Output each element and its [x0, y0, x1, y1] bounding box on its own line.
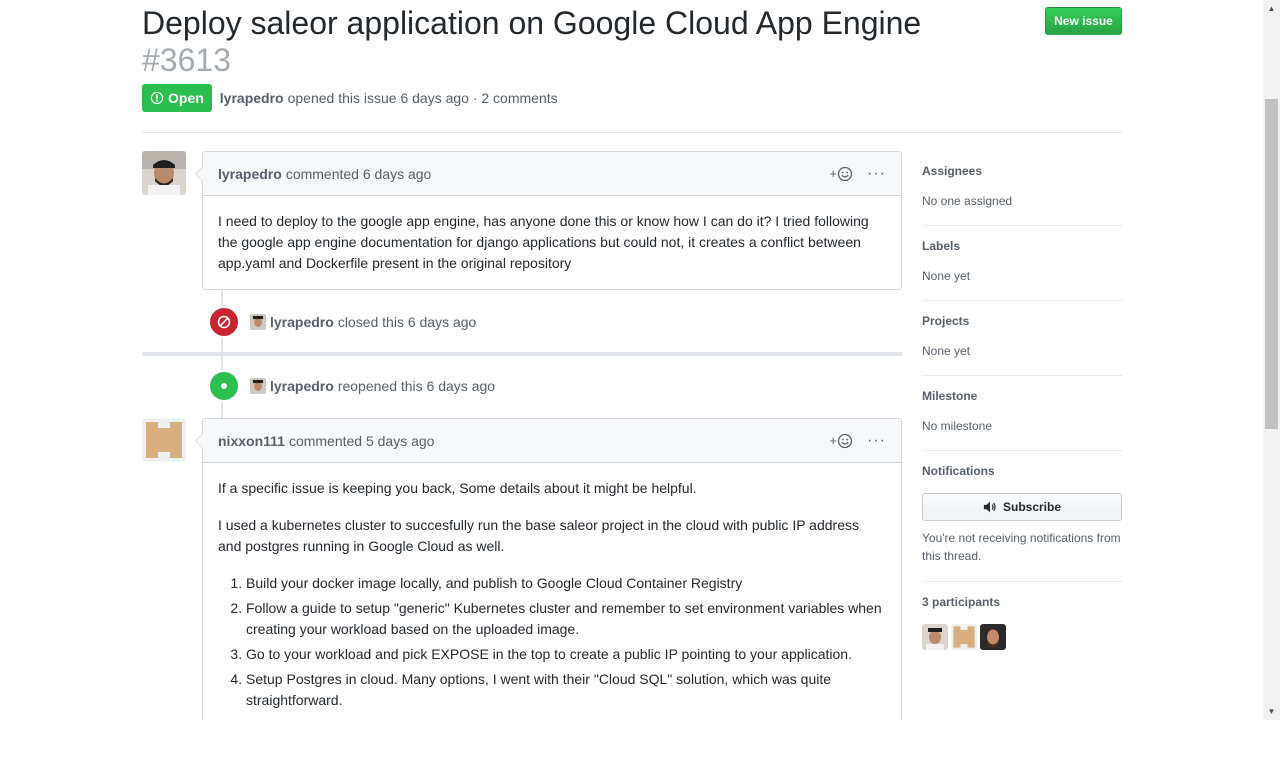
event-author-link[interactable]: lyrapedro — [270, 378, 334, 394]
subscribe-label: Subscribe — [1002, 500, 1062, 514]
list-item: Go to your workload and pick EXPOSE in t… — [246, 644, 886, 665]
comment-body: If a specific issue is keeping you back,… — [203, 463, 901, 730]
event-author-link[interactable]: lyrapedro — [270, 314, 334, 330]
subscribe-button[interactable]: Subscribe — [922, 493, 1122, 521]
sidebar-projects: Projects None yet — [922, 301, 1122, 376]
avatar-nixxon111-identicon — [951, 624, 977, 650]
avatar-participant-image — [980, 624, 1006, 650]
issue-number: #3613 — [142, 42, 231, 78]
sidebar-labels: Labels None yet — [922, 226, 1122, 301]
event-text: closed this 6 days ago — [337, 314, 477, 330]
plus-label: + — [829, 166, 838, 181]
sidebar-heading-projects[interactable]: Projects — [922, 313, 1122, 329]
avatar[interactable] — [142, 151, 186, 195]
smiley-icon — [837, 433, 853, 448]
sidebar-notifications: Notifications Subscribe You're not recei… — [922, 451, 1122, 582]
notification-reason: You're not receiving notifications from … — [922, 531, 1121, 563]
sidebar-heading-notifications: Notifications — [922, 464, 995, 478]
comment-timestamp[interactable]: commented 6 days ago — [286, 166, 432, 182]
more-options-button[interactable]: ··· — [867, 165, 886, 182]
avatar-lyrapedro-mini-image — [250, 378, 266, 394]
issue-meta-text: opened this issue 6 days ago · 2 comment… — [287, 90, 558, 106]
add-reaction-button[interactable]: + — [829, 166, 853, 182]
timeline-event-closed: lyrapedro closed this 6 days ago — [208, 306, 477, 338]
page-scrollbar[interactable]: ▲ ▼ — [1263, 0, 1280, 720]
list-item: Setup Postgres in cloud. Many options, I… — [246, 669, 886, 711]
avatar[interactable] — [142, 418, 186, 462]
avatar[interactable] — [980, 624, 1006, 650]
comment-paragraph: I need to deploy to the google app engin… — [218, 213, 869, 271]
sidebar-heading-assignees[interactable]: Assignees — [922, 163, 1122, 179]
timeline-event-reopened: lyrapedro reopened this 6 days ago — [208, 370, 496, 402]
comment-header: lyrapedro commented 6 days ago + ··· — [203, 152, 901, 196]
header-divider — [142, 132, 1122, 133]
comment-author-link[interactable]: lyrapedro — [218, 166, 282, 182]
sidebar-heading-labels[interactable]: Labels — [922, 238, 1122, 254]
issue-meta: Open lyrapedro opened this issue 6 days … — [142, 84, 558, 112]
avatar[interactable] — [951, 624, 977, 650]
avatar[interactable] — [250, 314, 266, 330]
participant-avatars — [922, 624, 1122, 650]
comment-paragraph: I used a kubernetes cluster to succesful… — [218, 517, 859, 554]
avatar[interactable] — [250, 378, 266, 394]
sidebar-value-labels: None yet — [922, 269, 971, 283]
avatar[interactable] — [922, 624, 948, 650]
scroll-up-icon[interactable]: ▲ — [1263, 0, 1280, 17]
avatar-lyrapedro-image — [142, 151, 186, 195]
more-options-button[interactable]: ··· — [867, 432, 886, 449]
issue-title: Deploy saleor application on Google Clou… — [142, 5, 922, 41]
comment-paragraph: If a specific issue is keeping you back,… — [218, 480, 697, 496]
comment-header: nixxon111 commented 5 days ago + ··· — [203, 419, 901, 463]
timeline-break — [142, 352, 902, 356]
avatar-lyrapedro-mini-image — [250, 314, 266, 330]
add-reaction-button[interactable]: + — [829, 433, 853, 449]
scroll-down-icon[interactable]: ▼ — [1263, 703, 1280, 720]
issue-opened-icon — [150, 91, 164, 105]
viewport-bottom — [0, 720, 1280, 758]
scroll-thumb[interactable] — [1265, 99, 1278, 429]
status-badge: Open — [142, 84, 212, 112]
comment-box: lyrapedro commented 6 days ago + ··· I n… — [195, 151, 902, 290]
smiley-icon — [837, 166, 853, 181]
list-item: Build your docker image locally, and pub… — [246, 573, 886, 594]
unmute-icon — [983, 501, 996, 513]
sidebar-participants: 3 participants — [922, 582, 1122, 666]
sidebar-assignees: Assignees No one assigned — [922, 151, 1122, 226]
sidebar-heading-milestone[interactable]: Milestone — [922, 388, 1122, 404]
new-issue-button[interactable]: New issue — [1045, 7, 1122, 35]
sidebar-milestone: Milestone No milestone — [922, 376, 1122, 451]
circle-slash-icon — [217, 315, 231, 329]
comment-body: I need to deploy to the google app engin… — [203, 196, 901, 289]
status-label: Open — [168, 90, 204, 106]
sidebar-heading-participants: 3 participants — [922, 595, 1001, 609]
comment-list: Build your docker image locally, and pub… — [218, 573, 886, 711]
plus-label: + — [829, 433, 838, 448]
comment-author-link[interactable]: nixxon111 — [218, 433, 285, 449]
reopened-badge — [208, 370, 240, 402]
avatar-lyrapedro-image — [922, 624, 948, 650]
sidebar-value-milestone: No milestone — [922, 419, 993, 433]
comment-box: nixxon111 commented 5 days ago + ··· If … — [195, 418, 902, 738]
closed-badge — [208, 306, 240, 338]
primitive-dot-icon — [221, 383, 227, 389]
issue-sidebar: Assignees No one assigned Labels None ye… — [922, 151, 1122, 666]
list-item: Follow a guide to setup "generic" Kubern… — [246, 598, 886, 640]
avatar-nixxon111-identicon — [142, 418, 186, 462]
sidebar-value-projects: None yet — [922, 344, 971, 358]
event-text: reopened this 6 days ago — [337, 378, 496, 394]
comment-timestamp[interactable]: commented 5 days ago — [289, 433, 435, 449]
sidebar-value-assignees: No one assigned — [922, 194, 1013, 208]
issue-author-link[interactable]: lyrapedro — [220, 90, 284, 106]
